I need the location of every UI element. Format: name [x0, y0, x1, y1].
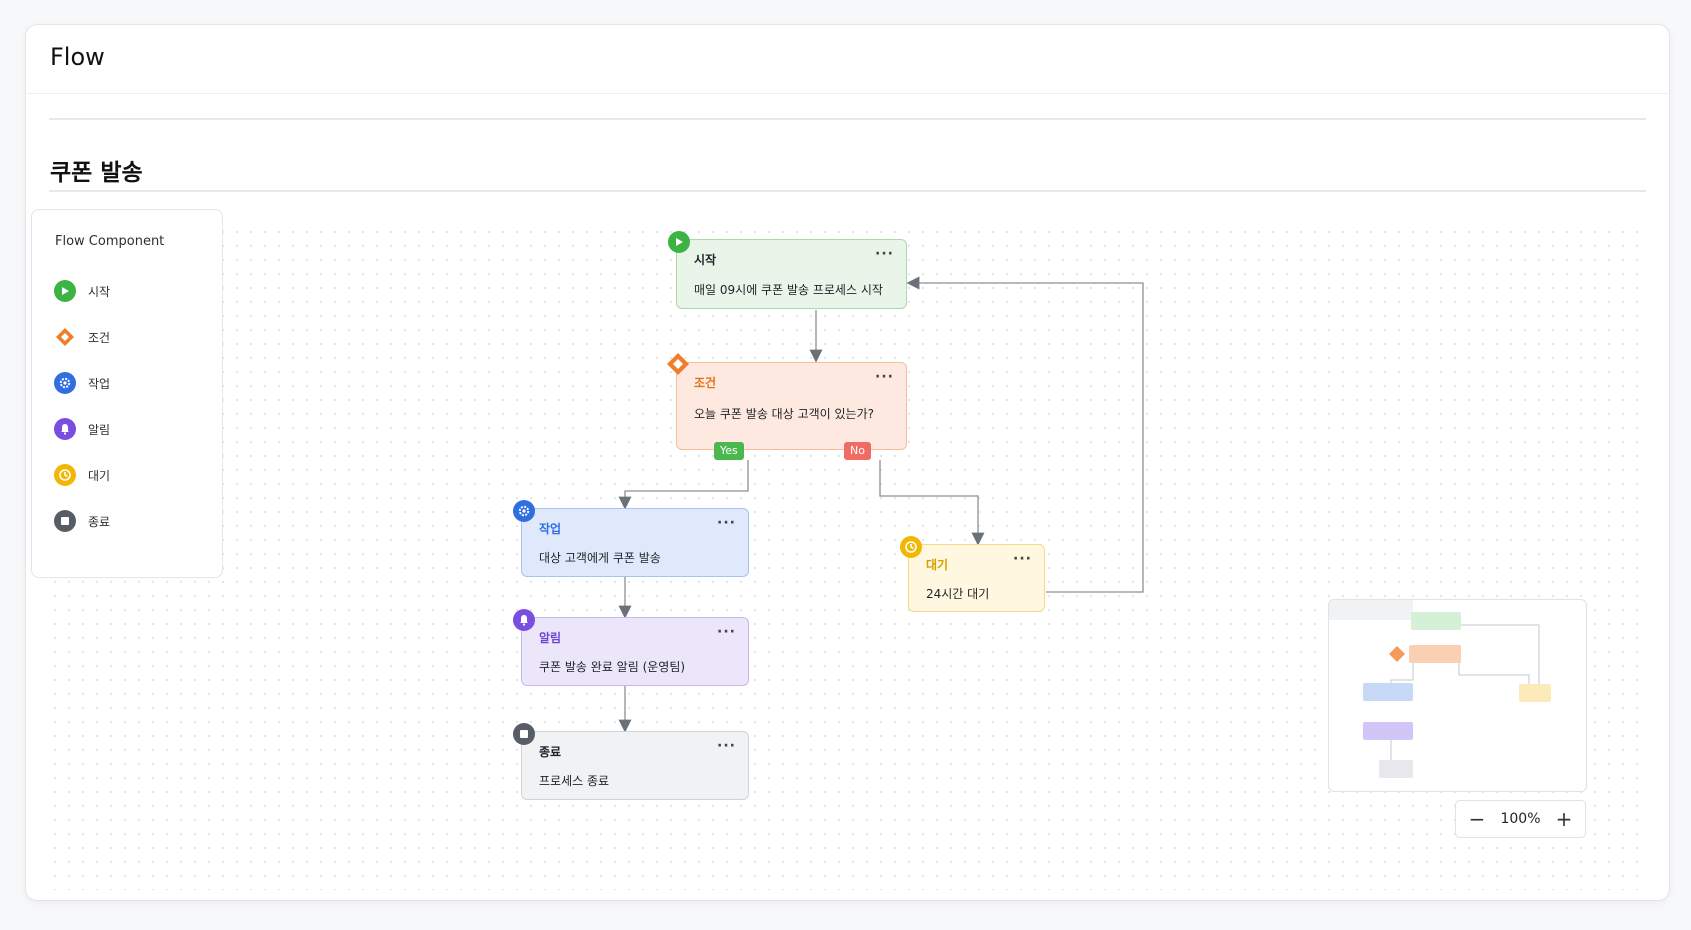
node-description: 24시간 대기	[926, 587, 990, 601]
bell-icon	[513, 609, 535, 631]
node-type-label: 대기	[926, 558, 949, 572]
gear-icon	[513, 500, 535, 522]
diamond-icon	[665, 351, 691, 381]
node-description: 쿠폰 발송 완료 알림 (운영팀)	[539, 660, 686, 674]
node-menu-button[interactable]: ···	[875, 246, 894, 262]
node-menu-button[interactable]: ···	[717, 624, 736, 640]
edge-cond-task-yes	[618, 460, 749, 510]
stop-icon	[513, 723, 535, 745]
node-description: 오늘 쿠폰 발송 대상 고객이 있는가?	[694, 407, 875, 421]
minimap-canvas	[1329, 600, 1551, 778]
node-description: 매일 09시에 쿠폰 발송 프로세스 시작	[694, 283, 883, 297]
zoom-control: − 100% +	[1455, 800, 1586, 838]
node-start[interactable]: 시작 ··· 매일 09시에 쿠폰 발송 프로세스 시작	[668, 231, 907, 309]
node-wait[interactable]: 대기 ··· 24시간 대기	[900, 536, 1045, 612]
clock-icon	[900, 536, 922, 558]
node-menu-button[interactable]: ···	[1013, 551, 1032, 567]
node-menu-button[interactable]: ···	[875, 369, 894, 385]
node-type-label: 시작	[694, 253, 717, 267]
node-description: 대상 고객에게 쿠폰 발송	[539, 551, 661, 565]
zoom-in-button[interactable]: +	[1555, 807, 1573, 831]
branch-yes-badge: Yes	[714, 442, 744, 460]
node-type-label: 알림	[539, 631, 562, 645]
minimap[interactable]	[1328, 599, 1587, 792]
node-condition[interactable]: 조건 ··· 오늘 쿠폰 발송 대상 고객이 있는가?	[667, 353, 907, 450]
node-menu-button[interactable]: ···	[717, 515, 736, 531]
node-menu-button[interactable]: ···	[717, 738, 736, 754]
node-end[interactable]: 종료 ··· 프로세스 종료	[513, 723, 749, 800]
zoom-out-button[interactable]: −	[1468, 807, 1486, 831]
node-type-label: 종료	[539, 745, 562, 759]
node-notify[interactable]: 알림 ··· 쿠폰 발송 완료 알림 (운영팀)	[513, 609, 749, 686]
zoom-level: 100%	[1500, 811, 1541, 827]
node-type-label: 작업	[539, 522, 562, 536]
play-icon	[668, 231, 690, 253]
node-type-label: 조건	[694, 376, 717, 390]
node-task[interactable]: 작업 ··· 대상 고객에게 쿠폰 발송	[513, 500, 749, 577]
node-description: 프로세스 종료	[539, 774, 610, 788]
edge-cond-wait-no	[879, 460, 985, 546]
branch-no-badge: No	[844, 442, 871, 460]
